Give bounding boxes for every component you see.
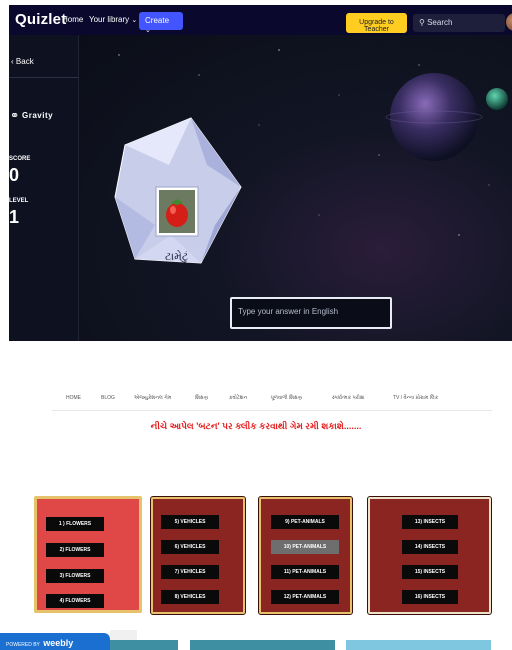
site-nav-educational-game[interactable]: એજ્યુકેશનલ ગેમ: [134, 395, 171, 401]
chevron-down-icon: ⌄: [131, 17, 138, 24]
search-input[interactable]: ⚲ Search: [413, 14, 505, 32]
chevron-left-icon: ‹: [11, 57, 14, 66]
back-label: Back: [15, 57, 34, 66]
level-label: LEVEL: [9, 198, 29, 204]
answer-input[interactable]: Type your answer in English: [230, 297, 392, 329]
flowers-button-1[interactable]: 1 ) FLOWERS: [46, 517, 104, 531]
level-value: 1: [9, 207, 20, 227]
site-nav-home[interactable]: HOME: [66, 395, 81, 401]
flowers-button-2[interactable]: 2) FLOWERS: [46, 543, 104, 557]
bottom-tile-1[interactable]: [110, 640, 178, 650]
space-play-area: ટામેટું: [79, 35, 512, 341]
site-nav-blog[interactable]: BLOG: [101, 395, 115, 401]
bottom-tile-3[interactable]: [346, 640, 491, 650]
insects-button-16[interactable]: 16) INSECTS: [402, 590, 458, 604]
vehicles-button-5[interactable]: 5) VEHICLES: [161, 515, 219, 529]
quizlet-game-window: Quizlet Home Your library ⌄ Create ⌄ Upg…: [9, 5, 512, 341]
powered-by-weebly-badge[interactable]: POWERED BY weebly: [0, 633, 110, 650]
chevron-down-icon: ⌄: [145, 27, 151, 34]
back-button[interactable]: ‹ Back: [11, 57, 34, 66]
vehicles-button-8[interactable]: 8) VEHICLES: [161, 590, 219, 604]
pet-animals-button-9[interactable]: 9) PET-ANIMALS: [271, 515, 339, 529]
site-nav-education[interactable]: શિક્ષણ: [195, 395, 208, 401]
space-background-art: [112, 49, 512, 341]
site-nav-competitive-exam[interactable]: સ્પર્ધાત્મક પરીક્ષા: [332, 395, 365, 401]
search-icon: ⚲: [419, 18, 425, 27]
insects-button-14[interactable]: 14) INSECTS: [402, 540, 458, 554]
insects-button-13[interactable]: 13) INSECTS: [402, 515, 458, 529]
game-sidebar: [9, 35, 79, 341]
flowers-button-3[interactable]: 3) FLOWERS: [46, 569, 104, 583]
insects-button-15[interactable]: 15) INSECTS: [402, 565, 458, 579]
pet-animals-panel: 9) PET-ANIMALS 10) PET-ANIMALS 11) PET-A…: [258, 496, 353, 615]
search-placeholder: Search: [427, 18, 453, 27]
flowers-button-4[interactable]: 4) FLOWERS: [46, 594, 104, 608]
nav-library-label: Your library: [89, 15, 130, 24]
flowers-panel: 1 ) FLOWERS 2) FLOWERS 3) FLOWERS 4) FLO…: [34, 496, 142, 613]
site-nav-tv-program-link[interactable]: TV / વૈન્ના પ્રોગ્રામ લિંક: [393, 395, 438, 401]
bottom-tile-spacer: [110, 630, 137, 640]
nav-library-link[interactable]: Your library ⌄: [89, 15, 137, 24]
gravity-planet-icon: ⚭: [10, 110, 20, 122]
vehicles-button-7[interactable]: 7) VEHICLES: [161, 565, 219, 579]
vehicles-button-6[interactable]: 6) VEHICLES: [161, 540, 219, 554]
pet-animals-button-11[interactable]: 11) PET-ANIMALS: [271, 565, 339, 579]
avatar[interactable]: [506, 13, 512, 31]
tomato-icon: [166, 203, 188, 227]
asteroid-word: ટામેટું: [165, 251, 189, 263]
create-label: Create: [145, 16, 170, 25]
badge-prefix: POWERED BY: [6, 642, 40, 648]
pet-animals-button-10[interactable]: 10) PET-ANIMALS: [271, 540, 339, 554]
score-value: 0: [9, 165, 20, 185]
pet-animals-button-12[interactable]: 12) PET-ANIMALS: [271, 590, 339, 604]
bottom-tile-2[interactable]: [190, 640, 335, 650]
vehicles-panel: 5) VEHICLES 6) VEHICLES 7) VEHICLES 8) V…: [150, 496, 246, 615]
insects-panel: 13) INSECTS 14) INSECTS 15) INSECTS 16) …: [367, 496, 492, 615]
create-button[interactable]: Create ⌄: [139, 12, 183, 34]
sidebar-divider: [9, 77, 79, 78]
answer-placeholder: Type your answer in English: [238, 307, 339, 316]
page-heading: નીચે આપેલ 'બટન' પર ક્લીક કરવાથી ગેમ રમી …: [150, 421, 362, 431]
upgrade-to-teacher-button[interactable]: Upgrade to Teacher: [346, 13, 407, 33]
game-title: Gravity: [22, 111, 54, 120]
site-nav-education-2[interactable]: ધૂળવાળી શિક્ષણ: [271, 395, 302, 401]
weebly-logo: weebly: [43, 638, 74, 648]
nav-home-link[interactable]: Home: [62, 15, 83, 24]
score-label: SCORE: [9, 156, 31, 162]
site-nav-quotation[interactable]: કવોટેશન: [229, 395, 247, 401]
nav-divider: [52, 410, 492, 411]
quizlet-logo[interactable]: Quizlet: [15, 11, 66, 28]
quizlet-top-bar: Quizlet Home Your library ⌄ Create ⌄ Upg…: [9, 5, 512, 35]
